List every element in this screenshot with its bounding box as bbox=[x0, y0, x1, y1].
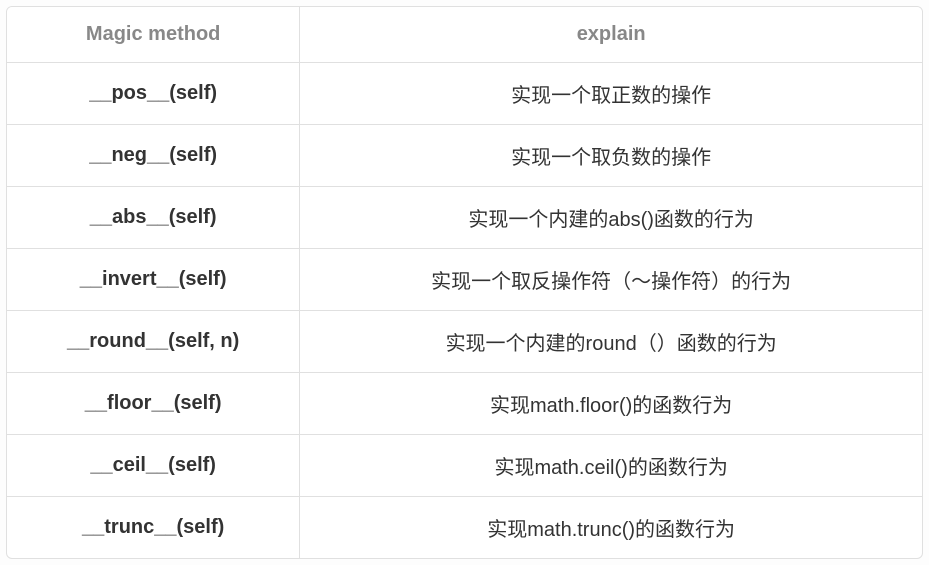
table-header-row: Magic method explain bbox=[7, 7, 922, 63]
method-cell: __round__(self, n) bbox=[7, 311, 300, 373]
table-row: __neg__(self)实现一个取负数的操作 bbox=[7, 125, 922, 187]
table-row: __ceil__(self)实现math.ceil()的函数行为 bbox=[7, 435, 922, 497]
table-row: __floor__(self)实现math.floor()的函数行为 bbox=[7, 373, 922, 435]
table-body: __pos__(self)实现一个取正数的操作__neg__(self)实现一个… bbox=[7, 63, 922, 559]
table-row: __trunc__(self)实现math.trunc()的函数行为 bbox=[7, 497, 922, 559]
header-method: Magic method bbox=[7, 7, 300, 63]
explain-cell: 实现math.floor()的函数行为 bbox=[300, 373, 922, 435]
method-cell: __ceil__(self) bbox=[7, 435, 300, 497]
explain-cell: 实现math.ceil()的函数行为 bbox=[300, 435, 922, 497]
explain-cell: 实现一个取反操作符（～操作符）的行为 bbox=[300, 249, 922, 311]
explain-cell: 实现一个内建的abs()函数的行为 bbox=[300, 187, 922, 249]
magic-methods-table-container: Magic method explain __pos__(self)实现一个取正… bbox=[6, 6, 923, 559]
method-cell: __pos__(self) bbox=[7, 63, 300, 125]
method-cell: __floor__(self) bbox=[7, 373, 300, 435]
method-cell: __neg__(self) bbox=[7, 125, 300, 187]
table-row: __abs__(self)实现一个内建的abs()函数的行为 bbox=[7, 187, 922, 249]
table-row: __invert__(self)实现一个取反操作符（～操作符）的行为 bbox=[7, 249, 922, 311]
table-row: __pos__(self)实现一个取正数的操作 bbox=[7, 63, 922, 125]
explain-cell: 实现一个取负数的操作 bbox=[300, 125, 922, 187]
explain-cell: 实现math.trunc()的函数行为 bbox=[300, 497, 922, 559]
explain-cell: 实现一个内建的round（）函数的行为 bbox=[300, 311, 922, 373]
magic-methods-table: Magic method explain __pos__(self)实现一个取正… bbox=[7, 7, 922, 558]
method-cell: __abs__(self) bbox=[7, 187, 300, 249]
method-cell: __trunc__(self) bbox=[7, 497, 300, 559]
explain-cell: 实现一个取正数的操作 bbox=[300, 63, 922, 125]
header-explain: explain bbox=[300, 7, 922, 63]
method-cell: __invert__(self) bbox=[7, 249, 300, 311]
table-row: __round__(self, n)实现一个内建的round（）函数的行为 bbox=[7, 311, 922, 373]
